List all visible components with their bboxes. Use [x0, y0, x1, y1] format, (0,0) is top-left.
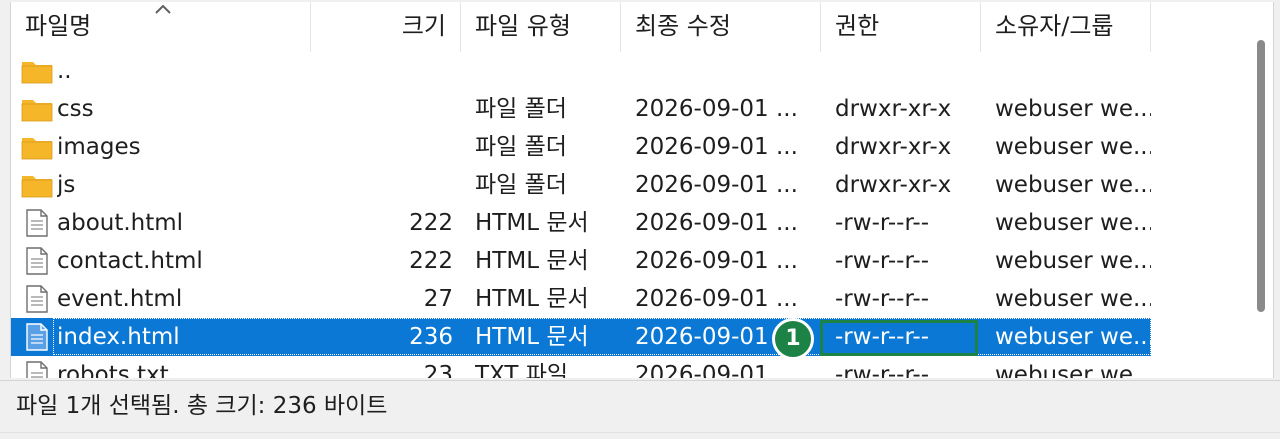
file-permissions: drwxr-xr-x [835, 96, 952, 122]
remote-file-list[interactable]: 파일명 크기 파일 유형 최종 수정 권한 소유자/그룹 .. css 파일 폴더 2… [10, 2, 1274, 378]
file-type: 파일 폴더 [475, 172, 567, 198]
file-name: images [57, 134, 141, 160]
file-name: .. [57, 58, 72, 84]
status-bar: 파일 1개 선택됨. 총 크기: 236 바이트 [0, 380, 1280, 433]
file-icon [21, 247, 53, 275]
file-type: TXT 파일 [475, 362, 569, 378]
file-name: about.html [57, 210, 184, 236]
folder-icon [21, 133, 53, 161]
file-size: 27 [423, 286, 453, 312]
file-type: 파일 폴더 [475, 96, 567, 122]
file-modified: 2026-09-01 ... [635, 96, 798, 122]
file-owner: webuser we... [995, 362, 1151, 378]
file-permissions: drwxr-xr-x [835, 134, 952, 160]
file-size [311, 90, 453, 128]
column-header-type[interactable]: 파일 유형 [461, 2, 621, 52]
file-modified: 2026-09-01 ... [635, 134, 798, 160]
file-icon [21, 323, 53, 351]
file-permissions: drwxr-xr-x [835, 172, 952, 198]
folder-icon [21, 57, 53, 85]
file-permissions: -rw-r--r-- [835, 248, 930, 274]
column-header-owner[interactable]: 소유자/그룹 [981, 2, 1151, 52]
scrollbar-thumb[interactable] [1257, 40, 1265, 312]
file-permissions: -rw-r--r-- [835, 286, 930, 312]
file-owner: webuser we... [995, 324, 1151, 350]
column-header-bar: 파일명 크기 파일 유형 최종 수정 권한 소유자/그룹 [11, 2, 1253, 52]
file-permissions: -rw-r--r-- [835, 210, 930, 236]
permissions-highlight-box [820, 320, 978, 356]
vertical-scrollbar[interactable] [1253, 2, 1273, 378]
table-row[interactable]: .. [11, 52, 1151, 90]
file-name: js [57, 172, 76, 198]
file-icon [21, 209, 53, 237]
file-name: index.html [57, 324, 180, 350]
table-row[interactable]: contact.html 222 HTML 문서 2026-09-01 ... -rw-… [11, 242, 1151, 280]
file-owner: webuser we... [995, 172, 1151, 198]
file-modified: 2026-09-01 ... [635, 362, 798, 378]
column-header-size[interactable]: 크기 [311, 2, 461, 52]
file-owner [995, 52, 1151, 90]
column-header-modified[interactable]: 최종 수정 [621, 2, 821, 52]
file-manager-window: 파일명 크기 파일 유형 최종 수정 권한 소유자/그룹 .. css 파일 폴더 2… [0, 0, 1280, 439]
table-row[interactable]: event.html 27 HTML 문서 2026-09-01 ... -rw-r--… [11, 280, 1151, 318]
file-size: 222 [409, 210, 453, 236]
file-name: robots.txt [57, 362, 169, 378]
file-permissions: -rw-r--r-- [835, 362, 930, 378]
file-size: 23 [423, 362, 453, 378]
file-type [475, 52, 625, 90]
table-row[interactable]: css 파일 폴더 2026-09-01 ... drwxr-xr-x webuser … [11, 90, 1151, 128]
file-owner: webuser we... [995, 210, 1151, 236]
file-type: HTML 문서 [475, 286, 589, 312]
column-header-permissions[interactable]: 권한 [821, 2, 981, 52]
file-size: 236 [409, 324, 453, 350]
file-size [311, 166, 453, 204]
file-name: event.html [57, 286, 183, 312]
file-type: HTML 문서 [475, 324, 589, 350]
file-size [311, 128, 453, 166]
file-name: contact.html [57, 248, 203, 274]
table-row[interactable]: about.html 222 HTML 문서 2026-09-01 ... -rw-r-… [11, 204, 1151, 242]
status-text: 파일 1개 선택됨. 총 크기: 236 바이트 [16, 393, 388, 419]
file-modified: 2026-09-01 ... [635, 210, 798, 236]
file-modified: 2026-09-01 ... [635, 248, 798, 274]
file-owner: webuser we... [995, 248, 1151, 274]
file-owner: webuser we... [995, 286, 1151, 312]
file-owner: webuser we... [995, 134, 1151, 160]
file-icon [21, 361, 53, 378]
table-row[interactable]: index.html 236 HTML 문서 2026-09-01 ... -rw-r-… [11, 318, 1151, 356]
file-type: 파일 폴더 [475, 134, 567, 160]
file-name: css [57, 96, 94, 122]
sort-ascending-icon [155, 4, 171, 14]
table-row[interactable]: robots.txt 23 TXT 파일 2026-09-01 ... -rw-r--r… [11, 356, 1151, 378]
annotation-badge: 1 [772, 318, 814, 360]
file-icon [21, 285, 53, 313]
file-type: HTML 문서 [475, 248, 589, 274]
file-modified: 2026-09-01 ... [635, 286, 798, 312]
file-modified [635, 52, 805, 90]
file-owner: webuser we... [995, 96, 1151, 122]
folder-icon [21, 95, 53, 123]
table-row[interactable]: js 파일 폴더 2026-09-01 ... drwxr-xr-x webuser w… [11, 166, 1151, 204]
file-type: HTML 문서 [475, 210, 589, 236]
file-size: 222 [409, 248, 453, 274]
file-modified: 2026-09-01 ... [635, 172, 798, 198]
file-size [311, 52, 453, 90]
file-permissions [835, 52, 985, 90]
folder-icon [21, 171, 53, 199]
table-row[interactable]: images 파일 폴더 2026-09-01 ... drwxr-xr-x webus… [11, 128, 1151, 166]
